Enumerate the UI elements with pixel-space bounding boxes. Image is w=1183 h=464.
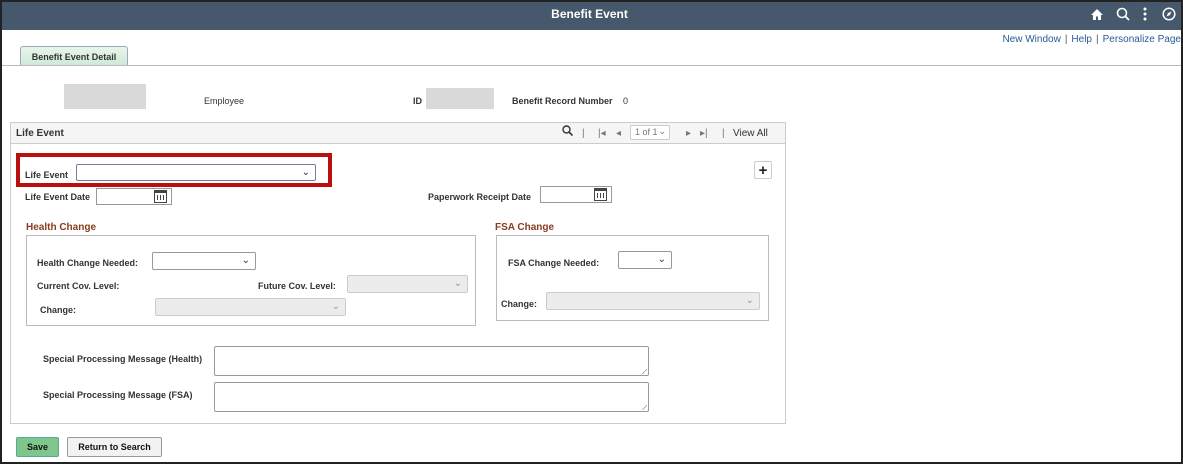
chevron-down-icon: ⌄: [745, 295, 754, 306]
health-change-needed-select[interactable]: ⌄: [152, 252, 256, 270]
page-range-select[interactable]: 1 of 1 ⌄: [630, 125, 670, 140]
pager-separator: |: [582, 128, 585, 139]
life-event-date-input[interactable]: [96, 188, 172, 205]
fsa-change-needed-label: FSA Change Needed:: [508, 258, 600, 268]
search-icon[interactable]: [1112, 4, 1134, 24]
more-icon[interactable]: [1134, 4, 1156, 24]
chevron-down-icon: ⌄: [331, 301, 340, 312]
benefit-record-number-label: Benefit Record Number: [512, 96, 613, 106]
benefit-record-number-value: 0: [623, 96, 629, 106]
health-change-select[interactable]: ⌄: [155, 298, 346, 316]
fsa-change-label: Change:: [501, 299, 537, 309]
fsa-change-title: FSA Change: [495, 222, 555, 233]
health-message-textarea[interactable]: [214, 346, 649, 376]
resize-grip-icon[interactable]: [641, 404, 647, 410]
navbar-icon[interactable]: [1158, 4, 1180, 24]
personalize-page-link[interactable]: Personalize Page: [1103, 34, 1181, 45]
life-event-panel-title: Life Event: [16, 128, 64, 139]
home-icon[interactable]: [1086, 4, 1108, 24]
new-window-link[interactable]: New Window: [1002, 34, 1060, 45]
save-button[interactable]: Save: [16, 437, 59, 457]
page-links: New Window | Help | Personalize Page: [1002, 34, 1181, 45]
view-all-link[interactable]: View All: [733, 128, 768, 139]
chevron-down-icon: ⌄: [658, 126, 666, 136]
life-event-label: Life Event: [25, 170, 69, 180]
next-page-icon[interactable]: ▸: [686, 128, 691, 139]
previous-page-icon[interactable]: ◂: [616, 128, 621, 139]
calendar-icon[interactable]: [154, 190, 167, 203]
fsa-message-textarea[interactable]: [214, 382, 649, 412]
chevron-down-icon: ⌄: [301, 167, 310, 178]
health-change-title: Health Change: [26, 222, 97, 233]
employee-label: Employee: [204, 96, 245, 106]
life-event-select[interactable]: ⌄: [76, 164, 316, 181]
fsa-change-needed-select[interactable]: ⌄: [618, 251, 672, 269]
first-page-icon[interactable]: |◂: [598, 128, 606, 139]
health-message-label: Special Processing Message (Health): [43, 354, 203, 364]
paperwork-receipt-date-input[interactable]: [540, 186, 612, 203]
health-change-label: Change:: [40, 305, 76, 315]
return-to-search-button[interactable]: Return to Search: [67, 437, 162, 457]
chevron-down-icon: ⌄: [657, 254, 666, 265]
chevron-down-icon: ⌄: [453, 278, 462, 289]
employee-name-redacted: [64, 84, 146, 109]
fsa-message-label: Special Processing Message (FSA): [43, 390, 193, 400]
tab-divider: [2, 65, 1181, 66]
fsa-change-select[interactable]: ⌄: [546, 292, 760, 310]
resize-grip-icon[interactable]: [641, 368, 647, 374]
paperwork-receipt-date-label: Paperwork Receipt Date: [428, 192, 532, 202]
last-page-icon[interactable]: ▸|: [700, 128, 708, 139]
future-cov-level-label: Future Cov. Level:: [258, 281, 336, 291]
id-label: ID: [413, 96, 422, 106]
find-icon[interactable]: [562, 125, 574, 139]
future-cov-level-select[interactable]: ⌄: [347, 275, 468, 293]
page-title: Benefit Event: [551, 7, 628, 21]
calendar-icon[interactable]: [594, 188, 607, 201]
health-change-needed-label: Health Change Needed:: [37, 258, 139, 268]
employee-id-redacted: [426, 88, 494, 109]
chevron-down-icon: ⌄: [241, 255, 250, 266]
current-cov-level-label: Current Cov. Level:: [37, 281, 120, 291]
page-range-value: 1 of 1: [635, 127, 658, 137]
add-row-button[interactable]: +: [754, 161, 772, 179]
help-link[interactable]: Help: [1071, 34, 1092, 45]
life-event-date-label: Life Event Date: [25, 192, 91, 202]
pager-separator: |: [722, 128, 725, 139]
tab-benefit-event-detail[interactable]: Benefit Event Detail: [20, 46, 128, 66]
